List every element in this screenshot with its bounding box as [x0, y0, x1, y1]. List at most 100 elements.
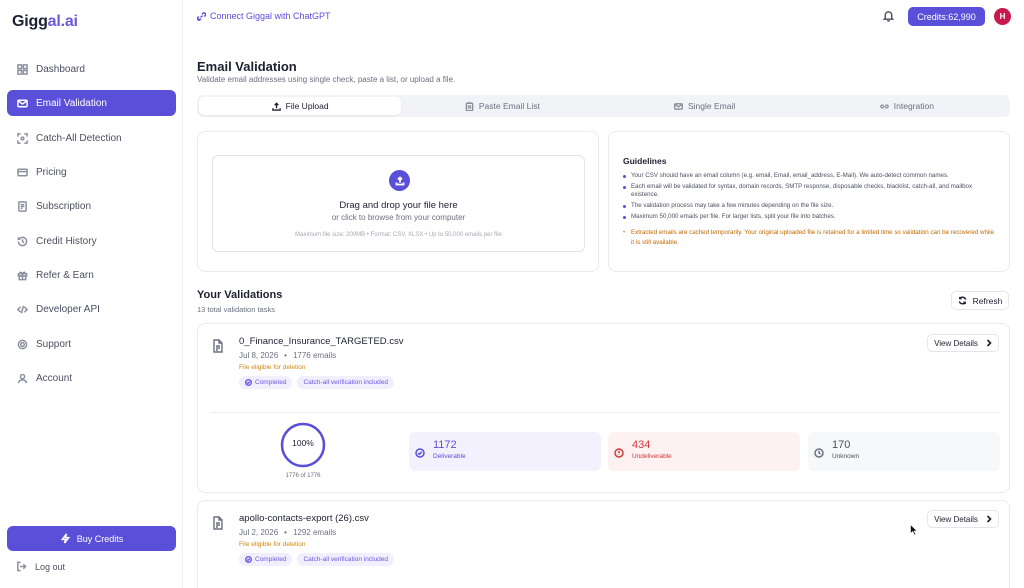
guideline-item: The validation process may take a few mi…	[623, 202, 995, 210]
unknown-stat[interactable]: 170 Unknown	[808, 432, 1000, 471]
mail-icon	[674, 102, 683, 110]
view-details-button[interactable]: View Details	[927, 334, 999, 352]
sidebar-item-label: Subscription	[36, 200, 92, 212]
card-icon	[16, 166, 28, 178]
buy-credits-button[interactable]: Buy Credits	[7, 526, 176, 551]
sidebar-item-refer-earn[interactable]: Refer & Earn	[7, 262, 176, 288]
deliverable-label: Deliverable	[433, 453, 466, 460]
status-label: Completed	[255, 556, 287, 563]
deliverable-stat[interactable]: 1172 Deliverable	[409, 432, 601, 471]
chevron-right-icon	[986, 515, 992, 523]
connect-label: Connect Giggal with ChatGPT	[210, 11, 331, 21]
catchall-badge: Catch-all verification included	[297, 553, 394, 566]
alert-circle-icon	[614, 445, 624, 463]
sidebar: Giggal.ai Dashboard Email Validation Cat…	[0, 0, 183, 588]
app-logo[interactable]: Giggal.ai	[12, 13, 78, 31]
tab-single-email[interactable]: Single Email	[604, 97, 806, 115]
sidebar-item-label: Account	[36, 372, 73, 384]
sidebar-item-label: Dashboard	[36, 63, 85, 75]
bolt-icon	[60, 533, 70, 544]
clipboard-icon	[465, 101, 474, 111]
dropzone-subtitle: or click to browse from your computer	[331, 213, 466, 222]
task-filename: 0_Finance_Insurance_TARGETED.csv	[239, 336, 404, 347]
sidebar-item-label: Developer API	[36, 303, 100, 315]
chevron-right-icon	[986, 339, 992, 347]
undeliverable-stat[interactable]: 434 Undeliverable	[608, 432, 800, 471]
validation-task-card: 0_Finance_Insurance_TARGETED.csv Jul 8, …	[197, 323, 1010, 493]
sidebar-item-dashboard[interactable]: Dashboard	[7, 56, 176, 82]
sidebar-item-developer-api[interactable]: Developer API	[7, 296, 176, 322]
check-circle-icon	[415, 445, 425, 463]
sidebar-item-catch-all[interactable]: Catch-All Detection	[7, 125, 176, 151]
task-date: Jul 2, 2026	[239, 528, 279, 537]
check-circle-icon	[245, 556, 252, 563]
view-details-button[interactable]: View Details	[927, 510, 999, 528]
sidebar-item-label: Support	[36, 338, 72, 350]
avatar[interactable]: H	[994, 8, 1011, 25]
upload-icon	[271, 101, 281, 111]
logout-link[interactable]: Log out	[16, 561, 65, 572]
divider	[210, 412, 999, 413]
sidebar-item-pricing[interactable]: Pricing	[7, 159, 176, 185]
sidebar-item-account[interactable]: Account	[7, 365, 176, 391]
progress-percent: 100%	[292, 438, 314, 448]
guideline-item: Your CSV should have an email column (e.…	[623, 172, 995, 180]
gift-icon	[16, 269, 28, 281]
catchall-badge: Catch-all verification included	[297, 376, 394, 389]
status-badge: Completed	[239, 376, 293, 389]
file-icon	[212, 516, 224, 535]
scan-icon	[16, 132, 28, 144]
validation-tabs: File Upload Paste Email List Single Emai…	[197, 95, 1010, 117]
link-icon	[197, 11, 206, 21]
deliverable-count: 1172	[433, 439, 457, 451]
task-email-count: 1776 emails	[292, 351, 337, 360]
sidebar-item-label: Pricing	[36, 166, 67, 178]
separator-dot: •	[284, 351, 287, 360]
view-details-label: View Details	[934, 514, 978, 524]
separator-dot: •	[284, 528, 287, 537]
file-icon	[212, 339, 224, 358]
task-badges: Completed Catch-all verification include…	[239, 376, 394, 389]
validation-task-card: apollo-contacts-export (26).csv Jul 2, 2…	[197, 500, 1010, 588]
view-details-label: View Details	[934, 338, 978, 348]
grid-icon	[16, 63, 28, 75]
task-filename: apollo-contacts-export (26).csv	[239, 513, 369, 524]
unknown-label: Unknown	[832, 453, 860, 460]
refresh-button[interactable]: Refresh	[951, 291, 1009, 310]
dropzone-title: Drag and drop your file here	[339, 200, 458, 211]
guideline-item: Maximum 50,000 emails per file. For larg…	[623, 213, 995, 221]
guidelines-title: Guidelines	[623, 156, 667, 166]
tab-integration[interactable]: Integration	[806, 97, 1008, 115]
receipt-icon	[16, 200, 28, 212]
file-dropzone[interactable]: Drag and drop your file here or click to…	[212, 155, 585, 252]
task-date: Jul 8, 2026	[239, 351, 279, 360]
sidebar-item-credit-history[interactable]: Credit History	[7, 228, 176, 254]
tab-label: Integration	[893, 101, 934, 111]
upload-icon	[389, 170, 410, 191]
sidebar-item-email-validation[interactable]: Email Validation	[7, 90, 176, 116]
bell-icon[interactable]	[882, 9, 896, 23]
tab-paste-email-list[interactable]: Paste Email List	[401, 97, 603, 115]
task-meta: Jul 8, 2026 • 1776 emails	[239, 351, 336, 360]
history-icon	[16, 235, 28, 247]
connect-chatgpt-link[interactable]: Connect Giggal with ChatGPT	[197, 11, 331, 21]
page-subtitle: Validate email addresses using single ch…	[197, 75, 456, 84]
guidelines-card: Guidelines Your CSV should have an email…	[608, 131, 1010, 272]
sidebar-item-label: Credit History	[36, 235, 97, 247]
sidebar-item-subscription[interactable]: Subscription	[7, 193, 176, 219]
tab-file-upload[interactable]: File Upload	[199, 97, 402, 115]
logout-label: Log out	[35, 561, 66, 572]
deletion-notice: File eligible for deletion	[239, 364, 306, 371]
deletion-notice: File eligible for deletion	[239, 541, 306, 548]
refresh-icon	[958, 296, 966, 305]
upload-card: Drag and drop your file here or click to…	[197, 131, 599, 272]
mail-icon	[16, 97, 28, 109]
status-badge: Completed	[239, 553, 293, 566]
sidebar-item-support[interactable]: Support	[7, 331, 176, 357]
sidebar-item-label: Refer & Earn	[36, 269, 94, 281]
status-label: Completed	[255, 379, 287, 386]
page-title: Email Validation	[197, 59, 297, 74]
task-badges: Completed Catch-all verification include…	[239, 553, 394, 566]
credits-button[interactable]: Credits:62,990	[908, 7, 985, 26]
task-email-count: 1292 emails	[292, 528, 337, 537]
